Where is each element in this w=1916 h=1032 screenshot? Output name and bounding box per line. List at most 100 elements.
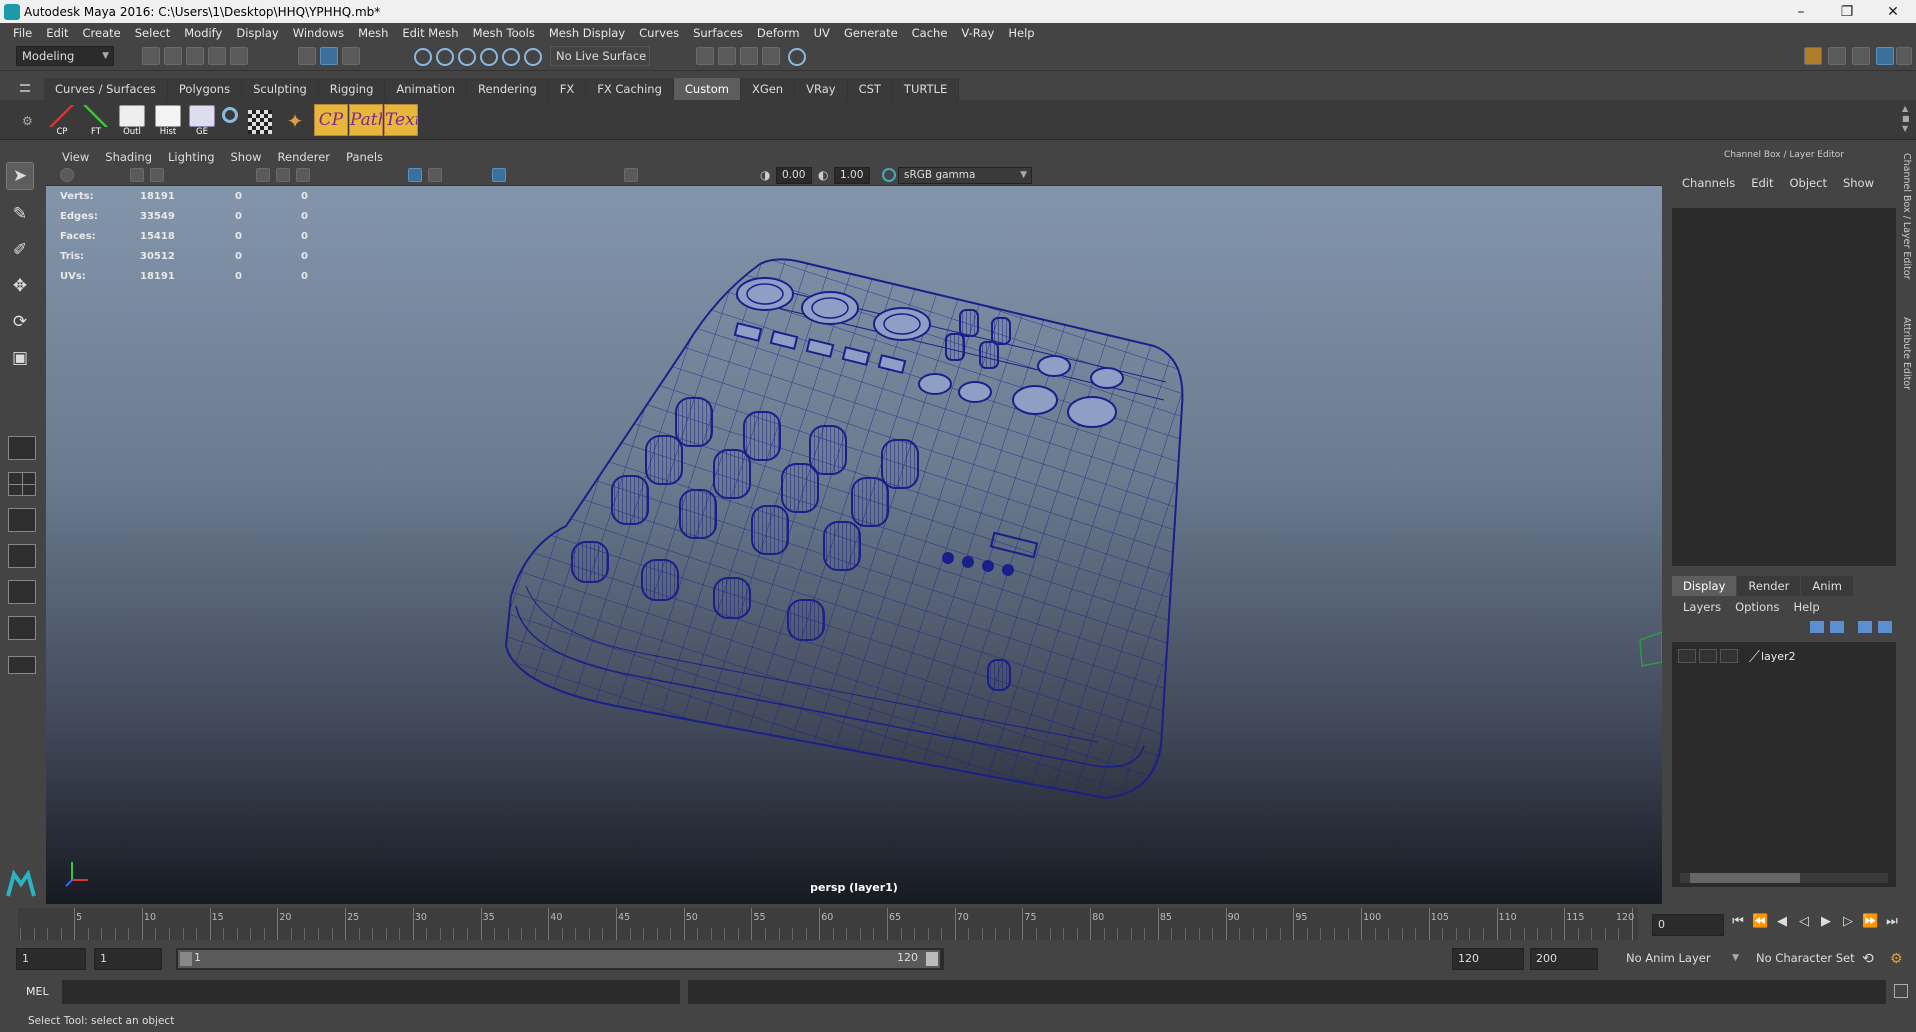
new-layer-icon[interactable] — [1858, 621, 1872, 633]
character-set-selector[interactable]: No Character Set — [1750, 948, 1860, 968]
shelf-tab-fx[interactable]: FX — [548, 78, 587, 100]
preferences-icon[interactable]: ⚙ — [1890, 951, 1903, 967]
menu-create[interactable]: Create — [76, 26, 128, 40]
script-editor-icon[interactable] — [1894, 984, 1908, 998]
menu-uv[interactable]: UV — [807, 26, 837, 40]
vp-menu-panels[interactable]: Panels — [338, 150, 391, 164]
rotate-tool-icon[interactable]: ⟳ — [6, 308, 34, 336]
shelf-tab-sculpting[interactable]: Sculpting — [242, 78, 319, 100]
layer-row[interactable]: layer2 — [1672, 646, 1896, 666]
render-frame-icon[interactable] — [718, 47, 736, 65]
move-layer-up-icon[interactable] — [1810, 621, 1824, 633]
layout-menu-icon[interactable] — [8, 656, 36, 674]
mode-selector[interactable]: Modeling ▼ — [16, 46, 114, 66]
layer-tab-display[interactable]: Display — [1672, 576, 1737, 596]
menu-curves[interactable]: Curves — [632, 26, 686, 40]
gear-icon[interactable]: ⚙ — [22, 114, 33, 128]
select-tool-icon[interactable]: ➤ — [6, 162, 34, 190]
isolate-select-icon[interactable] — [624, 168, 638, 182]
menu-help[interactable]: Help — [1001, 26, 1041, 40]
vp-menu-renderer[interactable]: Renderer — [270, 150, 339, 164]
paint-select-tool-icon[interactable]: ✐ — [6, 236, 34, 264]
layer-tab-anim[interactable]: Anim — [1801, 576, 1853, 596]
checker-icon[interactable] — [248, 110, 272, 134]
channel-list[interactable] — [1672, 208, 1896, 566]
layer-display-type-toggle[interactable] — [1720, 649, 1738, 663]
shelf-button-ft[interactable]: FT — [80, 103, 112, 137]
minimize-button[interactable]: – — [1778, 4, 1824, 20]
shelf-button-path-script[interactable]: Path — [349, 104, 383, 136]
vp-menu-show[interactable]: Show — [223, 150, 270, 164]
view-cube-icon[interactable] — [1639, 631, 1662, 667]
menu-windows[interactable]: Windows — [286, 26, 351, 40]
vp-menu-view[interactable]: View — [54, 150, 97, 164]
menu-edit-mesh[interactable]: Edit Mesh — [395, 26, 465, 40]
command-language-label[interactable]: MEL — [26, 985, 49, 998]
close-button[interactable]: ✕ — [1870, 4, 1916, 20]
smooth-shade-icon[interactable] — [428, 168, 442, 182]
hypershade-layout-icon[interactable] — [8, 580, 36, 604]
snap-view-plane-icon[interactable] — [480, 48, 498, 66]
snap-live-icon[interactable] — [524, 48, 542, 66]
layer-menu-options[interactable]: Options — [1728, 598, 1786, 616]
playback-end-field[interactable]: 120 — [1452, 948, 1524, 970]
save-scene-icon[interactable] — [186, 47, 204, 65]
bookmark-icon[interactable] — [150, 168, 164, 182]
cb-menu-channels[interactable]: Channels — [1674, 176, 1743, 190]
live-surface-field[interactable]: No Live Surface — [550, 46, 650, 66]
menu-surfaces[interactable]: Surfaces — [686, 26, 750, 40]
menu-generate[interactable]: Generate — [837, 26, 905, 40]
menu-select[interactable]: Select — [128, 26, 177, 40]
menu-mesh-tools[interactable]: Mesh Tools — [466, 26, 542, 40]
shelf-tab-cst[interactable]: CST — [847, 78, 893, 100]
menu-modify[interactable]: Modify — [177, 26, 229, 40]
workspace-icon[interactable] — [1804, 47, 1822, 65]
shelf-button-outliner[interactable]: Outl — [116, 103, 148, 137]
open-scene-icon[interactable] — [164, 47, 182, 65]
shelf-scroll-arrows-icon[interactable]: ▲ ■ ▼ — [1902, 104, 1910, 134]
select-camera-icon[interactable] — [60, 168, 74, 182]
side-tab-channel-box[interactable]: Channel Box / Layer Editor — [1901, 153, 1912, 280]
menu-file[interactable]: File — [6, 26, 39, 40]
anim-layer-selector[interactable]: No Anim Layer ▼ — [1620, 948, 1744, 968]
menu-mesh[interactable]: Mesh — [351, 26, 395, 40]
shelf-button-text-script[interactable]: Text — [384, 104, 418, 136]
playback-start-field[interactable]: 1 — [94, 948, 162, 970]
menu-edit[interactable]: Edit — [39, 26, 75, 40]
shelf-button-cp[interactable]: CP — [46, 103, 78, 137]
lasso-tool-icon[interactable]: ✎ — [6, 200, 34, 228]
tool-settings-icon[interactable] — [1876, 47, 1894, 65]
view-transform-selector[interactable]: sRGB gamma ▼ — [898, 167, 1032, 184]
menu-vray[interactable]: V-Ray — [954, 26, 1001, 40]
hypershade-icon[interactable] — [222, 107, 238, 123]
four-view-layout-icon[interactable] — [8, 472, 36, 496]
perspective-viewport[interactable]: Verts: 18191 0 0 Edges: 33549 0 0 Faces: 15418 0… — [46, 186, 1662, 904]
shelf-tab-turtle[interactable]: TURTLE — [892, 78, 960, 100]
shelf-tab-rendering[interactable]: Rendering — [467, 78, 549, 100]
shelf-tab-rigging[interactable]: Rigging — [318, 78, 386, 100]
snap-grid-icon[interactable] — [414, 48, 432, 66]
layer-name[interactable]: layer2 — [1761, 650, 1796, 663]
go-to-start-icon[interactable]: ⏮ — [1730, 914, 1746, 930]
cb-menu-edit[interactable]: Edit — [1743, 176, 1781, 190]
select-hierarchy-icon[interactable] — [298, 47, 316, 65]
persp-graph-layout-icon[interactable] — [8, 544, 36, 568]
persp-uv-layout-icon[interactable] — [8, 616, 36, 640]
menu-mesh-display[interactable]: Mesh Display — [542, 26, 632, 40]
time-slider-ticks[interactable]: 5 10 15 20 25 30 35 40 45 50 55 60 65 70 75 80 85 90 95 100… — [18, 908, 1638, 940]
layer-menu-help[interactable]: Help — [1786, 598, 1826, 616]
new-scene-icon[interactable] — [142, 47, 160, 65]
select-component-icon[interactable] — [342, 47, 360, 65]
menu-cache[interactable]: Cache — [905, 26, 955, 40]
step-forward-frame-icon[interactable]: ▷ — [1840, 914, 1856, 930]
time-slider[interactable]: 5 10 15 20 25 30 35 40 45 50 55 60 65 70 75 80 85 90 95 100… — [0, 906, 1916, 942]
wireframe-icon[interactable] — [408, 168, 422, 182]
render-view-icon[interactable] — [762, 47, 780, 65]
attribute-editor-toggle-icon[interactable] — [1852, 47, 1870, 65]
shelf-tab-polygons[interactable]: Polygons — [167, 78, 243, 100]
scale-tool-icon[interactable]: ▣ — [6, 344, 34, 372]
auto-key-icon[interactable]: ⟲ — [1862, 951, 1874, 967]
render-settings-icon[interactable] — [696, 47, 714, 65]
exposure-field[interactable]: 0.00 — [776, 167, 812, 184]
ipr-render-icon[interactable] — [740, 47, 758, 65]
